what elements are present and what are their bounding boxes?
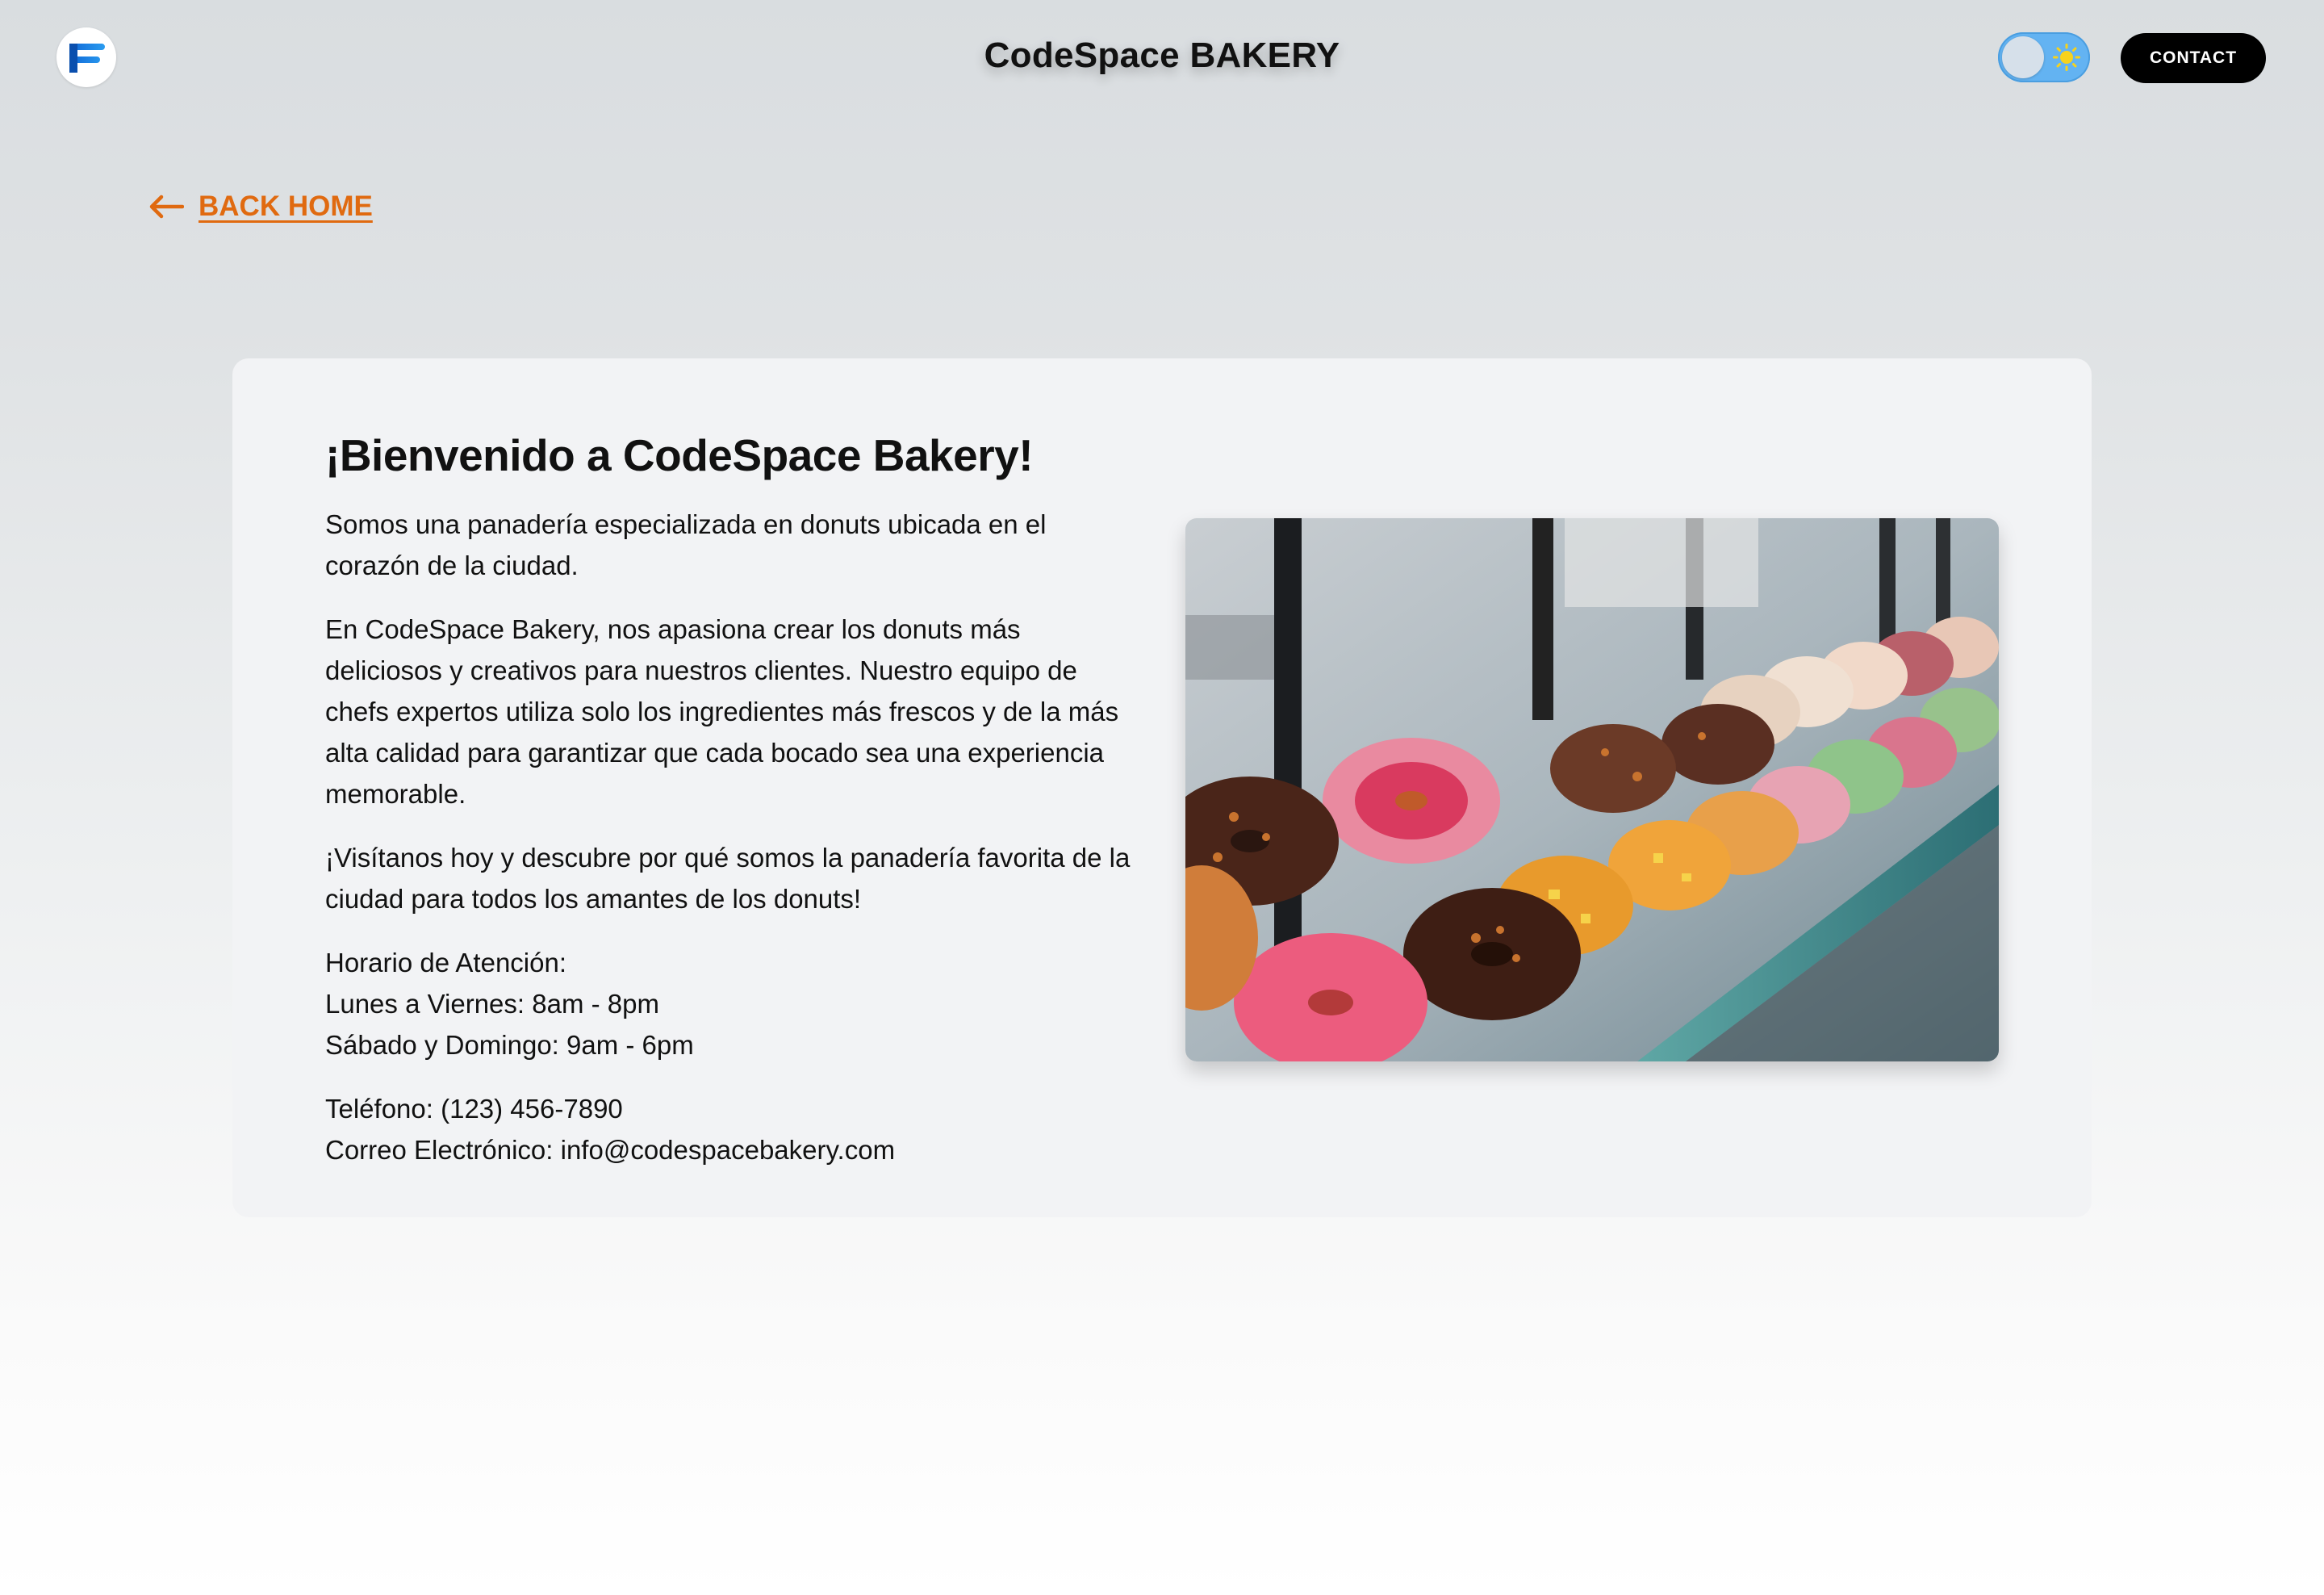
phone-text: Teléfono: (123) 456-7890 (325, 1094, 623, 1124)
site-header: CodeSpace BAKERY CONTACT (0, 0, 2324, 119)
hours-weekdays: Lunes a Viernes: 8am - 8pm (325, 989, 659, 1019)
donuts-image (1185, 518, 1999, 1061)
arrow-left-icon (149, 195, 184, 219)
hours-weekend: Sábado y Domingo: 9am - 6pm (325, 1030, 694, 1060)
theme-toggle[interactable] (1998, 32, 2090, 82)
intro-paragraph: Somos una panadería especializada en don… (325, 509, 1047, 580)
toggle-knob[interactable] (2002, 36, 2044, 78)
contact-button[interactable]: CONTACT (2121, 33, 2266, 83)
sun-icon (2053, 44, 2080, 71)
back-home-label: BACK HOME (199, 190, 373, 222)
opening-hours: Horario de Atención: Lunes a Viernes: 8a… (325, 942, 1136, 1065)
back-home-link[interactable]: BACK HOME (148, 190, 373, 223)
welcome-card: ¡Bienvenido a CodeSpace Bakery! Somos un… (232, 358, 2092, 1217)
welcome-heading: ¡Bienvenido a CodeSpace Bakery! (325, 430, 1034, 480)
visit-paragraph: ¡Visítanos hoy y descubre por qué somos … (325, 843, 1131, 914)
site-title: CodeSpace BAKERY (984, 36, 1340, 75)
hours-title: Horario de Atención: (325, 948, 567, 978)
contact-info: Teléfono: (123) 456-7890 Correo Electrón… (325, 1088, 1136, 1170)
about-paragraph: En CodeSpace Bakery, nos apasiona crear … (325, 614, 1119, 809)
email-text: Correo Electrónico: info@codespacebakery… (325, 1135, 896, 1165)
welcome-text: Somos una panadería especializada en don… (325, 504, 1136, 1193)
